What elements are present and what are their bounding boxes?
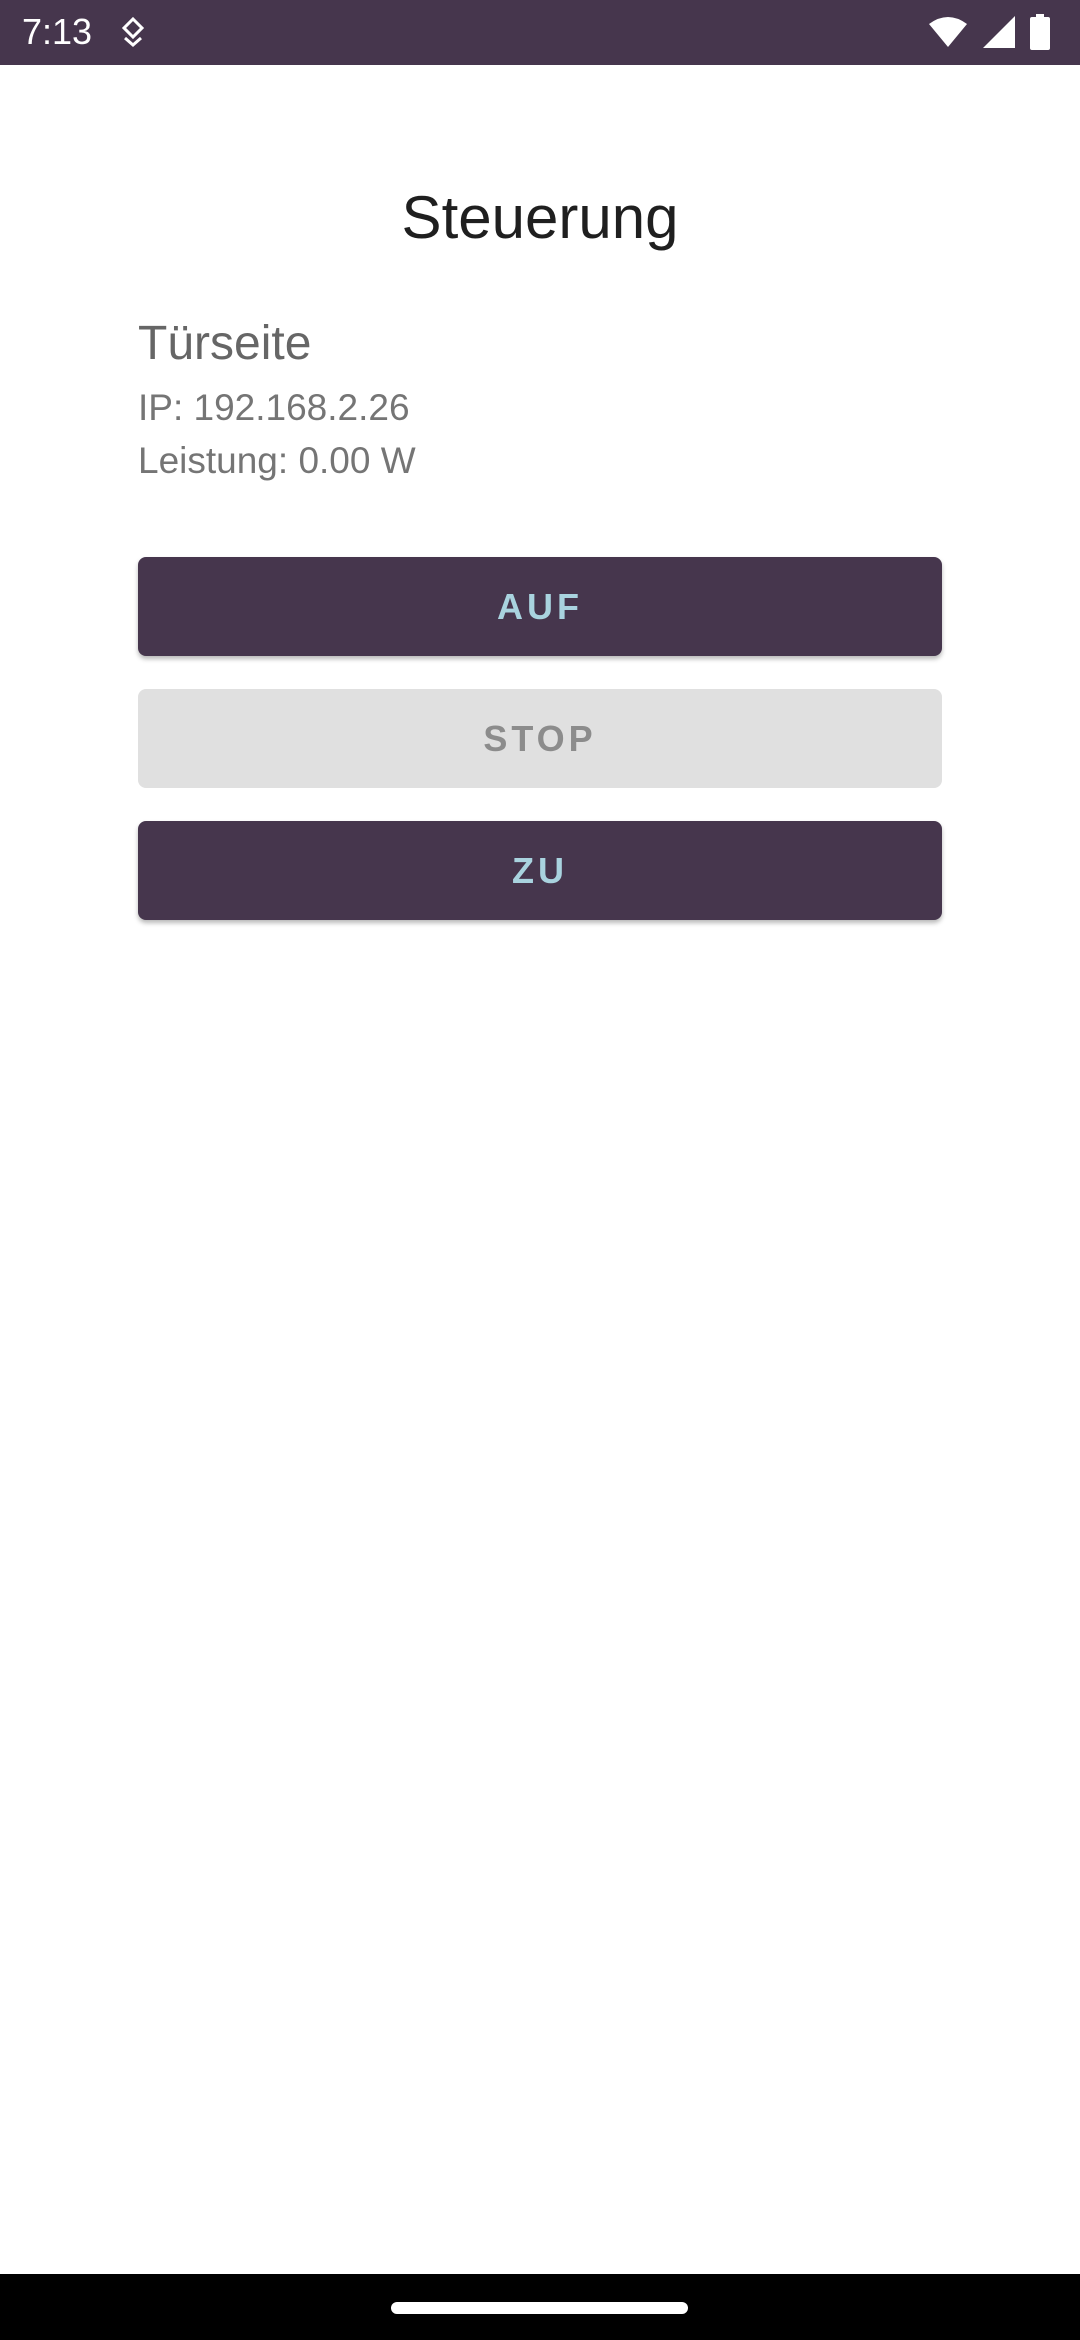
app-screen: 7:13 Steuerung Türseite IP: 192.168.2.26… xyxy=(0,0,1080,2340)
home-gesture-handle[interactable] xyxy=(391,2302,688,2314)
status-bar: 7:13 xyxy=(0,0,1080,65)
battery-icon xyxy=(1030,14,1050,50)
page-title: Steuerung xyxy=(401,184,679,251)
device-name: Türseite xyxy=(138,317,312,370)
device-ip: IP: 192.168.2.26 xyxy=(138,387,410,428)
signal-icon xyxy=(982,15,1016,49)
auf-button[interactable]: AUF xyxy=(138,557,942,656)
wifi-icon xyxy=(928,16,968,48)
device-power: Leistung: 0.00 W xyxy=(138,440,416,481)
zu-button[interactable]: ZU xyxy=(138,821,942,920)
status-time: 7:13 xyxy=(22,11,93,52)
stop-button: STOP xyxy=(138,689,942,788)
notification-icon xyxy=(118,16,148,48)
status-icons xyxy=(928,14,1050,50)
navigation-bar xyxy=(0,2274,1080,2340)
